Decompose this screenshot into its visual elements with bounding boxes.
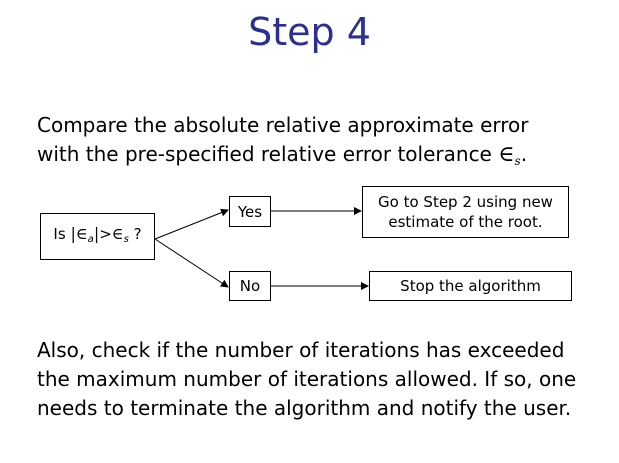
goto-step2-text: Go to Step 2 using new estimate of the r… <box>378 193 553 231</box>
closing-text: Also, check if the number of iterations … <box>37 338 577 420</box>
yes-label: Yes <box>237 202 263 221</box>
arrow-to-no <box>154 238 229 288</box>
stop-algorithm-text: Stop the algorithm <box>400 277 541 295</box>
stop-algorithm-box: Stop the algorithm <box>369 271 572 301</box>
decision-box: Is |∈a|>∈s ? <box>40 213 155 260</box>
no-branch-box: No <box>229 271 271 301</box>
decision-question: Is |∈a|>∈s ? <box>53 223 142 245</box>
goto-step2-box: Go to Step 2 using new estimate of the r… <box>362 186 569 238</box>
arrow-to-yes <box>154 208 229 240</box>
no-label: No <box>239 277 261 295</box>
yes-branch-box: Yes <box>229 196 271 227</box>
